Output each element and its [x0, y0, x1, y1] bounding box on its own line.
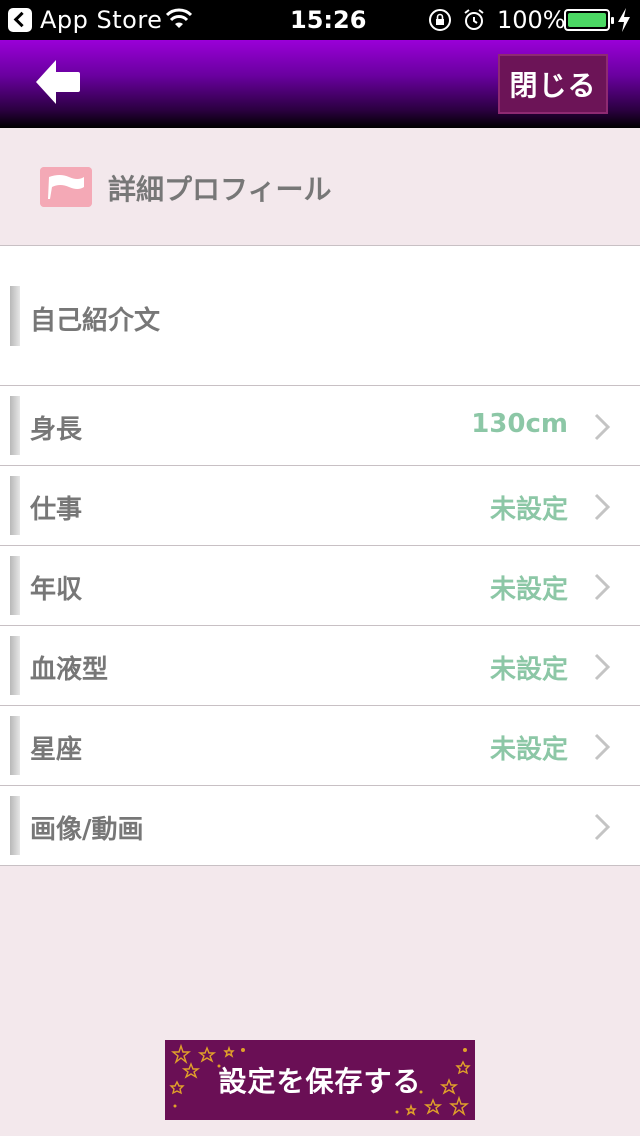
list-item-zodiac[interactable]: 星座 未設定 [0, 706, 640, 786]
navigation-header: 閉じる [0, 40, 640, 128]
list-item-job[interactable]: 仕事 未設定 [0, 466, 640, 546]
row-value: 未設定 [489, 575, 568, 605]
row-label: 画像/動画 [30, 815, 144, 845]
chevron-right-icon [594, 493, 611, 521]
row-label: 仕事 [30, 495, 83, 525]
row-label: 年収 [30, 575, 83, 605]
row-label: 身長 [30, 415, 83, 445]
profile-list: 自己紹介文 身長 130cm 仕事 未設定 年収 未設定 血液型 未設定 星座 … [0, 246, 640, 866]
close-button[interactable]: 閉じる [498, 54, 608, 114]
save-button-label: 設定を保存する [218, 1065, 422, 1098]
list-item-images-videos[interactable]: 画像/動画 [0, 786, 640, 866]
row-value: 未設定 [489, 735, 568, 765]
list-item-income[interactable]: 年収 未設定 [0, 546, 640, 626]
save-settings-button[interactable]: 設定を保存する [165, 1040, 475, 1120]
row-value: 130cm [471, 409, 568, 439]
row-accent-bar [10, 476, 20, 535]
row-accent-bar [10, 636, 20, 695]
battery-percent: 100% [497, 6, 566, 34]
list-item-self-introduction[interactable]: 自己紹介文 [0, 246, 640, 386]
chevron-right-icon [594, 653, 611, 681]
row-accent-bar [10, 396, 20, 455]
back-to-app-label[interactable]: App Store [40, 6, 162, 34]
close-button-label: 閉じる [509, 69, 597, 102]
chevron-right-icon [594, 733, 611, 761]
battery-icon [564, 9, 614, 31]
list-item-blood-type[interactable]: 血液型 未設定 [0, 626, 640, 706]
section-title: 詳細プロフィール [108, 173, 332, 206]
alarm-icon [464, 9, 484, 30]
row-label: 自己紹介文 [30, 306, 161, 336]
chevron-right-icon [594, 573, 611, 601]
row-accent-bar [10, 286, 20, 346]
chevron-right-icon [594, 813, 611, 841]
row-label: 血液型 [30, 655, 109, 685]
row-accent-bar [10, 556, 20, 615]
row-accent-bar [10, 716, 20, 775]
charging-bolt-icon [618, 8, 630, 32]
list-item-height[interactable]: 身長 130cm [0, 386, 640, 466]
wifi-icon [166, 8, 192, 28]
row-label: 星座 [30, 735, 83, 765]
section-header: 詳細プロフィール [0, 128, 640, 246]
back-arrow-icon[interactable] [30, 54, 86, 110]
row-value: 未設定 [489, 495, 568, 525]
row-accent-bar [10, 796, 20, 855]
rotation-lock-icon [429, 9, 451, 31]
chevron-right-icon [594, 413, 611, 441]
flag-icon [40, 167, 92, 207]
status-bar: App Store 15:26 100% [0, 0, 640, 40]
status-time: 15:26 [290, 6, 367, 34]
row-value: 未設定 [489, 655, 568, 685]
back-to-app-icon[interactable] [8, 8, 32, 32]
